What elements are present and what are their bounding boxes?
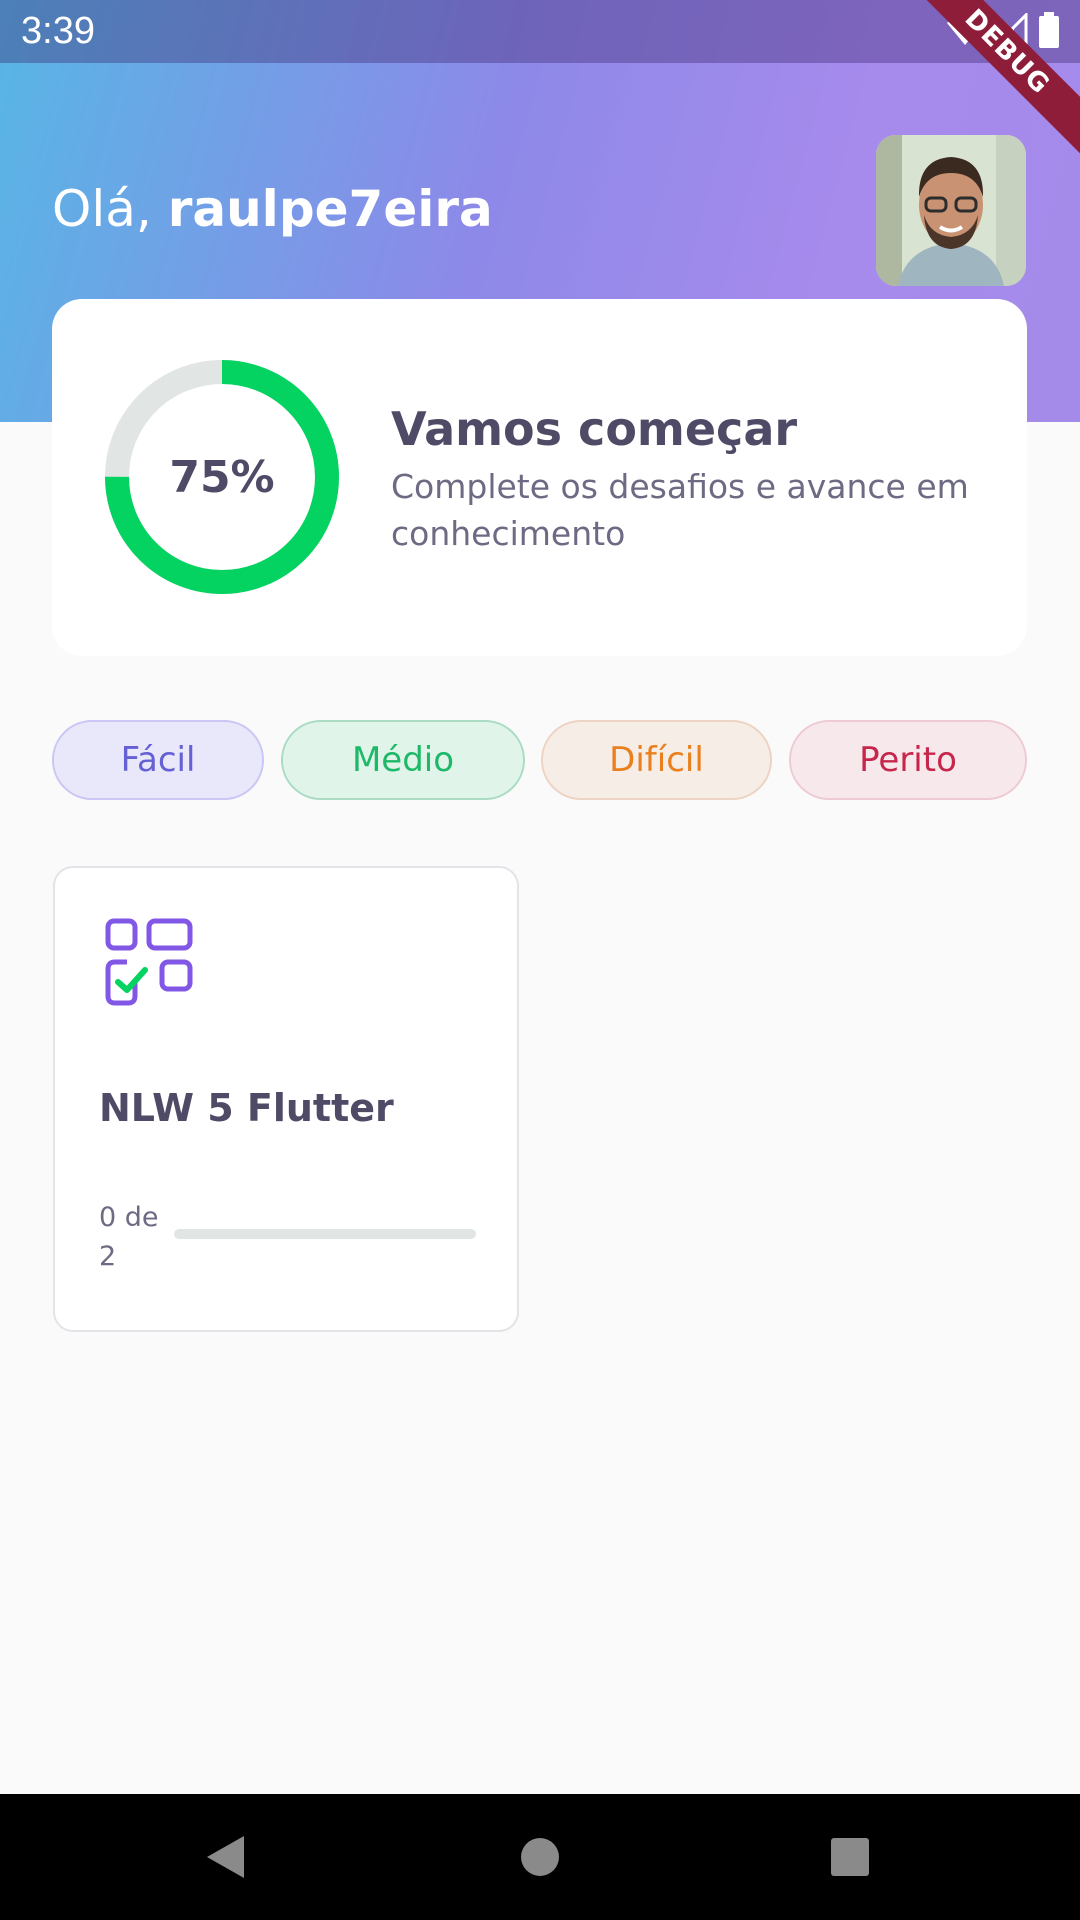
quiz-progress-text: 0 de 2 bbox=[99, 1202, 159, 1272]
greeting: Olá, raulpe7eira bbox=[52, 180, 493, 238]
score-card: 75% Vamos começar Complete os desafios e… bbox=[52, 299, 1027, 656]
level-chip-hard[interactable]: Difícil bbox=[541, 720, 772, 800]
level-chip-easy[interactable]: Fácil bbox=[52, 720, 264, 800]
level-chip-medium[interactable]: Médio bbox=[281, 720, 525, 800]
checklist-grid-icon bbox=[105, 918, 193, 1006]
nav-recents-button[interactable] bbox=[815, 1794, 885, 1920]
quiz-title: NLW 5 Flutter bbox=[99, 1086, 394, 1130]
battery-icon bbox=[1039, 12, 1059, 48]
quiz-card[interactable]: NLW 5 Flutter 0 de 2 bbox=[53, 866, 519, 1332]
home-circle-icon bbox=[521, 1838, 559, 1876]
status-time: 3:39 bbox=[21, 10, 95, 52]
level-chip-expert[interactable]: Perito bbox=[789, 720, 1027, 800]
quiz-progress-bar bbox=[174, 1229, 476, 1239]
recents-square-icon bbox=[831, 1838, 869, 1876]
score-title: Vamos começar bbox=[391, 402, 798, 456]
nav-bar bbox=[0, 1794, 1080, 1920]
back-triangle-icon bbox=[207, 1836, 244, 1878]
score-subtitle: Complete os desafios e avance em conheci… bbox=[391, 467, 969, 553]
greeting-prefix: Olá, bbox=[52, 180, 168, 238]
nav-home-button[interactable] bbox=[505, 1794, 575, 1920]
username: raulpe7eira bbox=[167, 180, 493, 238]
progress-percent: 75% bbox=[169, 451, 275, 503]
status-bar: 3:39 bbox=[0, 0, 1080, 63]
nav-back-button[interactable] bbox=[190, 1794, 260, 1920]
user-avatar-icon bbox=[876, 135, 1026, 286]
avatar[interactable] bbox=[876, 135, 1026, 286]
